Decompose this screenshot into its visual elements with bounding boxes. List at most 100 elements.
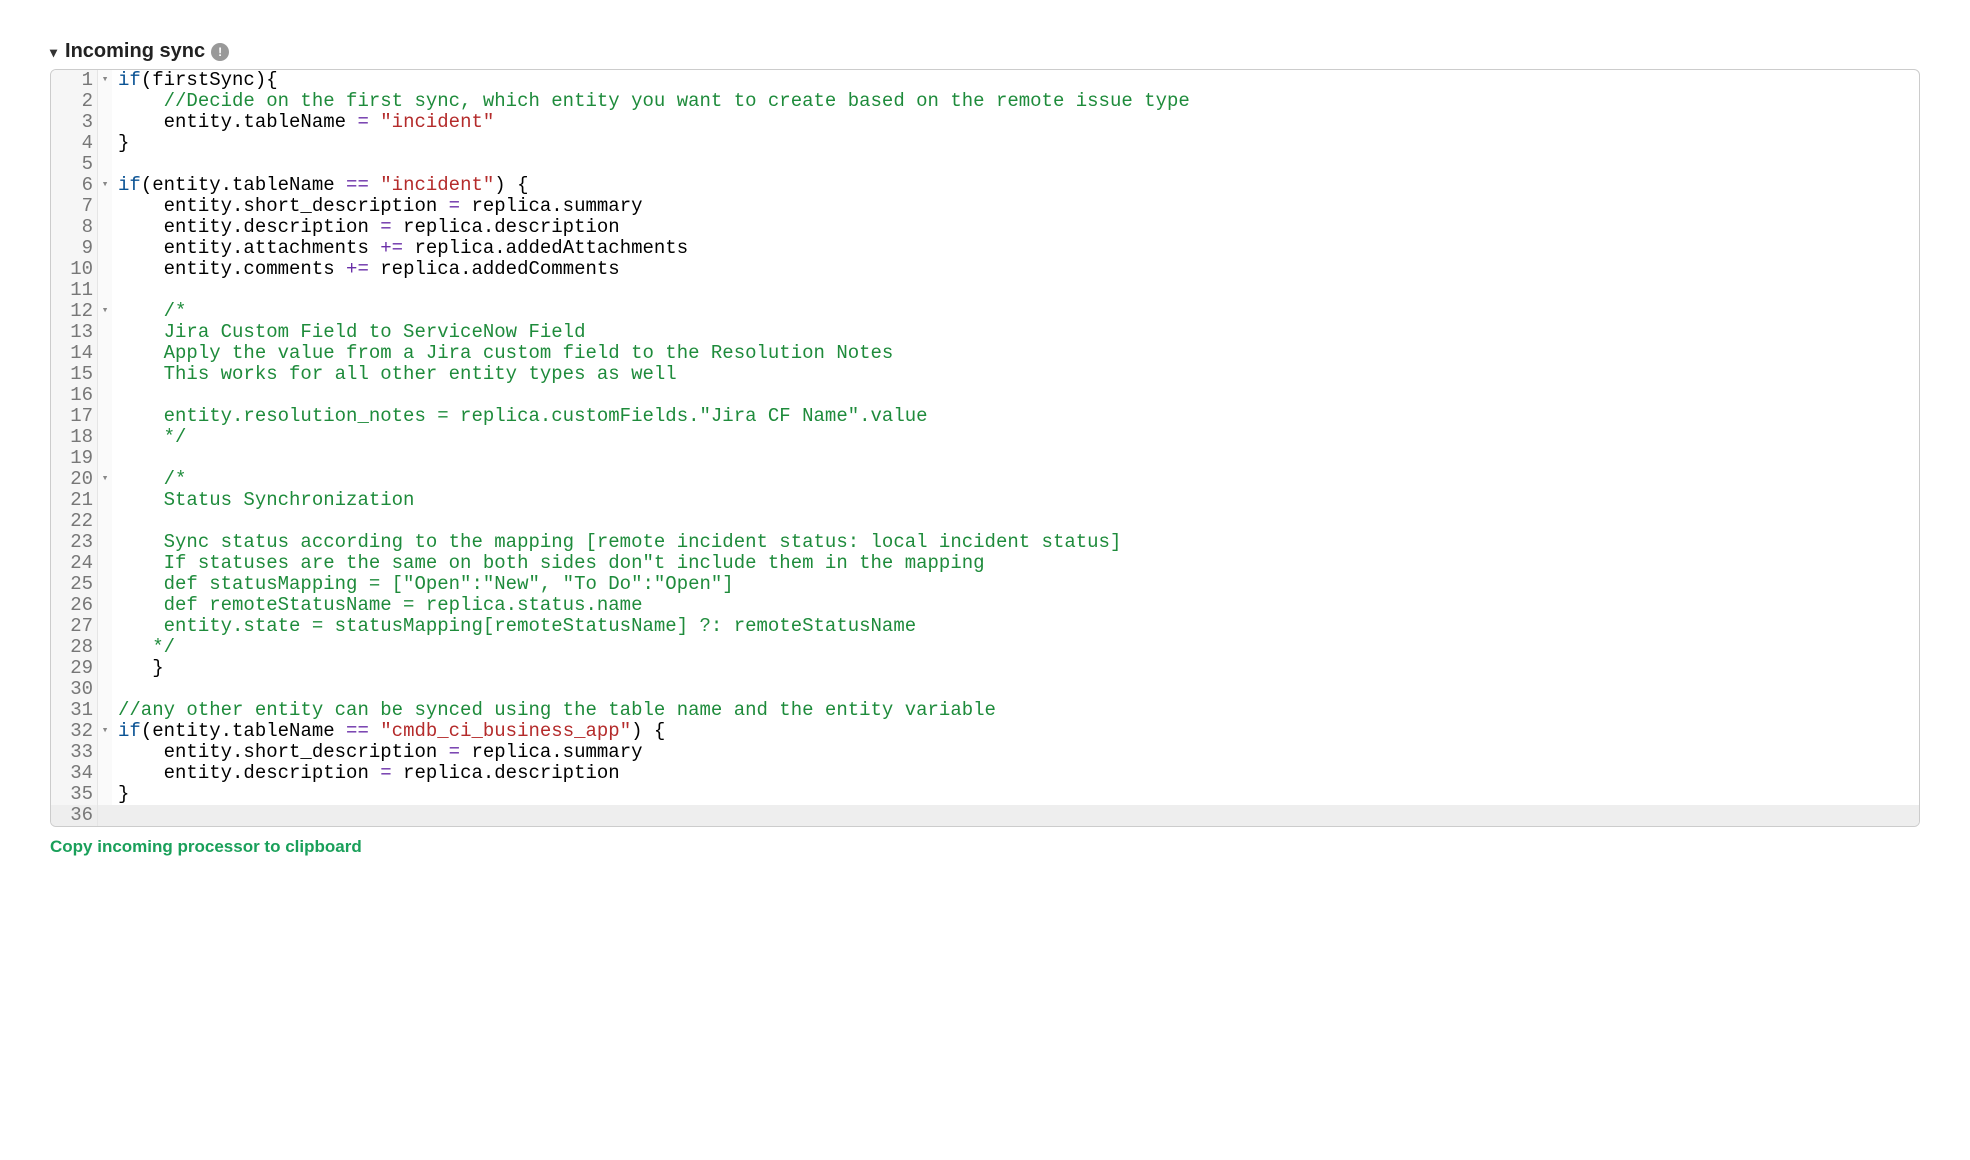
fold-gutter[interactable] bbox=[98, 721, 113, 742]
fold-gutter bbox=[98, 406, 113, 427]
code-content[interactable]: */ bbox=[112, 427, 1919, 448]
code-content[interactable]: Sync status according to the mapping [re… bbox=[112, 532, 1919, 553]
code-content[interactable]: //any other entity can be synced using t… bbox=[112, 700, 1919, 721]
code-line[interactable]: 17 entity.resolution_notes = replica.cus… bbox=[51, 406, 1919, 427]
code-line[interactable]: 33 entity.short_description = replica.su… bbox=[51, 742, 1919, 763]
code-content[interactable]: if(entity.tableName == "incident") { bbox=[112, 175, 1919, 196]
code-line[interactable]: 29 } bbox=[51, 658, 1919, 679]
code-content[interactable]: /* bbox=[112, 469, 1919, 490]
code-content[interactable]: Jira Custom Field to ServiceNow Field bbox=[112, 322, 1919, 343]
code-line[interactable]: 9 entity.attachments += replica.addedAtt… bbox=[51, 238, 1919, 259]
code-line[interactable]: 5 bbox=[51, 154, 1919, 175]
code-content[interactable]: if(firstSync){ bbox=[112, 70, 1919, 91]
fold-gutter bbox=[98, 238, 113, 259]
code-content[interactable]: entity.attachments += replica.addedAttac… bbox=[112, 238, 1919, 259]
code-line[interactable]: 26 def remoteStatusName = replica.status… bbox=[51, 595, 1919, 616]
code-content[interactable]: If statuses are the same on both sides d… bbox=[112, 553, 1919, 574]
code-content[interactable]: entity.state = statusMapping[remoteStatu… bbox=[112, 616, 1919, 637]
code-content[interactable]: Status Synchronization bbox=[112, 490, 1919, 511]
fold-gutter bbox=[98, 700, 113, 721]
code-content[interactable]: def remoteStatusName = replica.status.na… bbox=[112, 595, 1919, 616]
code-line[interactable]: 21 Status Synchronization bbox=[51, 490, 1919, 511]
line-number: 15 bbox=[51, 364, 98, 385]
code-line[interactable]: 6if(entity.tableName == "incident") { bbox=[51, 175, 1919, 196]
code-content[interactable] bbox=[112, 280, 1919, 301]
code-line[interactable]: 30 bbox=[51, 679, 1919, 700]
code-content[interactable] bbox=[112, 511, 1919, 532]
code-content[interactable]: entity.resolution_notes = replica.custom… bbox=[112, 406, 1919, 427]
fold-gutter bbox=[98, 196, 113, 217]
code-line[interactable]: 2 //Decide on the first sync, which enti… bbox=[51, 91, 1919, 112]
code-content[interactable] bbox=[112, 385, 1919, 406]
code-content[interactable]: entity.short_description = replica.summa… bbox=[112, 742, 1919, 763]
code-line[interactable]: 28 */ bbox=[51, 637, 1919, 658]
line-number: 9 bbox=[51, 238, 98, 259]
code-line[interactable]: 23 Sync status according to the mapping … bbox=[51, 532, 1919, 553]
line-number: 24 bbox=[51, 553, 98, 574]
line-number: 28 bbox=[51, 637, 98, 658]
fold-gutter bbox=[98, 217, 113, 238]
code-content[interactable]: entity.description = replica.description bbox=[112, 763, 1919, 784]
code-line[interactable]: 20 /* bbox=[51, 469, 1919, 490]
code-line[interactable]: 36 bbox=[51, 805, 1919, 826]
code-line[interactable]: 35} bbox=[51, 784, 1919, 805]
code-content[interactable]: */ bbox=[112, 637, 1919, 658]
code-line[interactable]: 3 entity.tableName = "incident" bbox=[51, 112, 1919, 133]
code-line[interactable]: 16 bbox=[51, 385, 1919, 406]
code-content[interactable]: entity.comments += replica.addedComments bbox=[112, 259, 1919, 280]
line-number: 25 bbox=[51, 574, 98, 595]
info-icon[interactable]: ! bbox=[211, 43, 229, 61]
line-number: 10 bbox=[51, 259, 98, 280]
code-content[interactable]: /* bbox=[112, 301, 1919, 322]
code-content[interactable]: entity.tableName = "incident" bbox=[112, 112, 1919, 133]
code-content[interactable] bbox=[112, 154, 1919, 175]
fold-gutter[interactable] bbox=[98, 70, 113, 91]
code-line[interactable]: 31//any other entity can be synced using… bbox=[51, 700, 1919, 721]
fold-gutter bbox=[98, 427, 113, 448]
code-content[interactable] bbox=[112, 448, 1919, 469]
fold-gutter bbox=[98, 637, 113, 658]
code-line[interactable]: 18 */ bbox=[51, 427, 1919, 448]
code-line[interactable]: 11 bbox=[51, 280, 1919, 301]
code-content[interactable] bbox=[112, 679, 1919, 700]
code-line[interactable]: 7 entity.short_description = replica.sum… bbox=[51, 196, 1919, 217]
code-content[interactable]: } bbox=[112, 784, 1919, 805]
code-line[interactable]: 32if(entity.tableName == "cmdb_ci_busine… bbox=[51, 721, 1919, 742]
code-line[interactable]: 4} bbox=[51, 133, 1919, 154]
fold-gutter[interactable] bbox=[98, 469, 113, 490]
code-line[interactable]: 15 This works for all other entity types… bbox=[51, 364, 1919, 385]
code-content[interactable]: } bbox=[112, 658, 1919, 679]
code-line[interactable]: 25 def statusMapping = ["Open":"New", "T… bbox=[51, 574, 1919, 595]
code-content[interactable]: entity.description = replica.description bbox=[112, 217, 1919, 238]
fold-gutter bbox=[98, 763, 113, 784]
code-content[interactable] bbox=[112, 805, 1919, 826]
fold-gutter bbox=[98, 154, 113, 175]
code-content[interactable]: entity.short_description = replica.summa… bbox=[112, 196, 1919, 217]
code-editor[interactable]: 1 if(firstSync){2 //Decide on the first s… bbox=[50, 69, 1920, 827]
fold-gutter bbox=[98, 595, 113, 616]
code-content[interactable]: Apply the value from a Jira custom field… bbox=[112, 343, 1919, 364]
code-line[interactable]: 24 If statuses are the same on both side… bbox=[51, 553, 1919, 574]
code-line[interactable]: 1 if(firstSync){ bbox=[51, 70, 1919, 91]
code-line[interactable]: 22 bbox=[51, 511, 1919, 532]
code-line[interactable]: 19 bbox=[51, 448, 1919, 469]
code-content[interactable]: //Decide on the first sync, which entity… bbox=[112, 91, 1919, 112]
code-line[interactable]: 27 entity.state = statusMapping[remoteSt… bbox=[51, 616, 1919, 637]
fold-gutter[interactable] bbox=[98, 175, 113, 196]
section-header[interactable]: ▾ Incoming sync ! bbox=[50, 40, 1920, 63]
code-line[interactable]: 14 Apply the value from a Jira custom fi… bbox=[51, 343, 1919, 364]
code-content[interactable]: def statusMapping = ["Open":"New", "To D… bbox=[112, 574, 1919, 595]
code-content[interactable]: } bbox=[112, 133, 1919, 154]
code-content[interactable]: This works for all other entity types as… bbox=[112, 364, 1919, 385]
fold-gutter[interactable] bbox=[98, 301, 113, 322]
code-line[interactable]: 34 entity.description = replica.descript… bbox=[51, 763, 1919, 784]
code-line[interactable]: 8 entity.description = replica.descripti… bbox=[51, 217, 1919, 238]
line-number: 16 bbox=[51, 385, 98, 406]
code-line[interactable]: 12 /* bbox=[51, 301, 1919, 322]
code-line[interactable]: 10 entity.comments += replica.addedComme… bbox=[51, 259, 1919, 280]
line-number: 1 bbox=[51, 70, 98, 91]
code-line[interactable]: 13 Jira Custom Field to ServiceNow Field bbox=[51, 322, 1919, 343]
fold-gutter bbox=[98, 574, 113, 595]
code-content[interactable]: if(entity.tableName == "cmdb_ci_business… bbox=[112, 721, 1919, 742]
copy-to-clipboard-link[interactable]: Copy incoming processor to clipboard bbox=[50, 837, 362, 857]
